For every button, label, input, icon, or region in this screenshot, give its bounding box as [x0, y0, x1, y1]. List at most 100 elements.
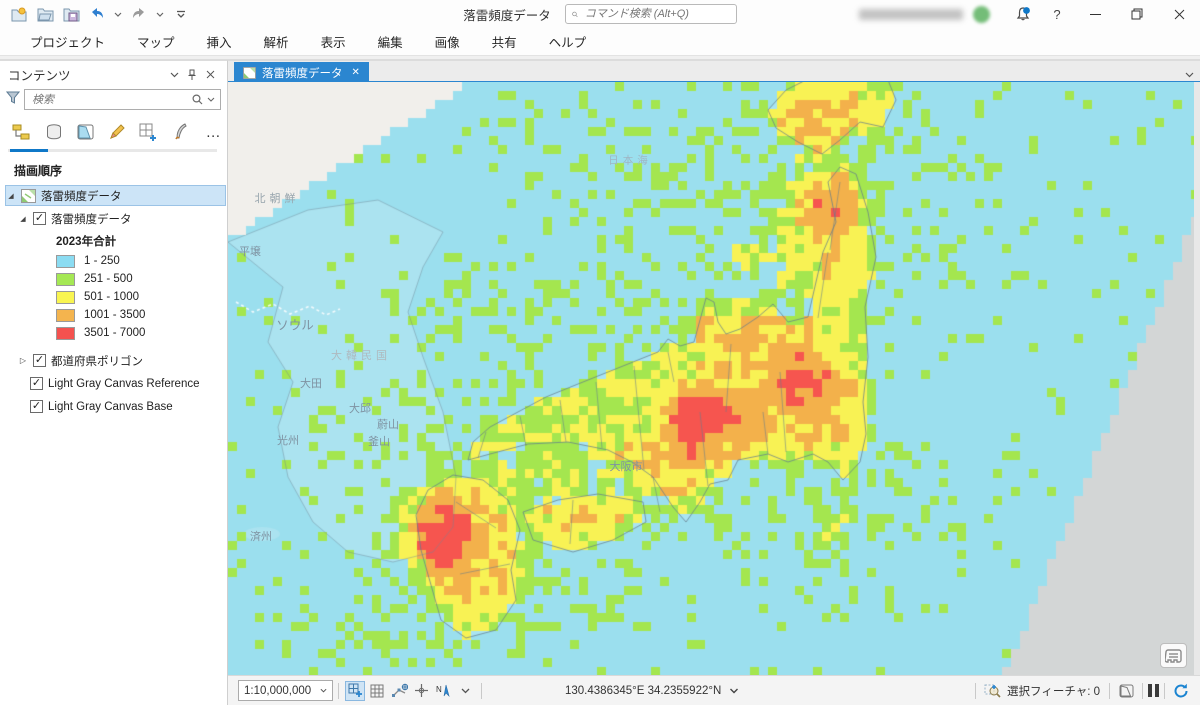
tree-node-prefectures[interactable]: ▷ ✓ 都道府県ポリゴン: [0, 350, 227, 371]
layer-visibility-checkbox[interactable]: ✓: [33, 354, 46, 367]
list-by-snapping-icon[interactable]: [139, 121, 159, 143]
list-by-editing-icon[interactable]: [108, 121, 128, 143]
refresh-icon[interactable]: [1171, 681, 1191, 701]
undo-icon[interactable]: [86, 3, 108, 25]
contents-pane-title: コンテンツ: [8, 65, 165, 84]
redo-icon[interactable]: [128, 3, 150, 25]
view-tab-strip: 落雷頻度データ ✕: [228, 60, 1200, 82]
arcgis-pro-window: 落雷頻度データ ? プロジェクト マップ: [0, 0, 1200, 705]
pause-drawing-icon[interactable]: [1148, 684, 1159, 697]
quick-access-toolbar: [0, 3, 192, 25]
legend-swatch: [56, 273, 75, 286]
navigation-options-chevron-icon[interactable]: [455, 681, 475, 701]
list-by-drawing-order-icon[interactable]: [12, 121, 32, 143]
list-by-selection-icon[interactable]: [76, 121, 96, 143]
ribbon-tab-share[interactable]: 共有: [476, 28, 533, 56]
filter-funnel-icon[interactable]: [6, 91, 20, 109]
legend-item: 1 - 250: [0, 252, 227, 270]
ribbon-tab-map[interactable]: マップ: [121, 28, 191, 56]
minimize-button[interactable]: [1074, 0, 1116, 28]
layer-node-label: 都道府県ポリゴン: [51, 353, 143, 369]
contents-toolbar: …: [0, 114, 227, 149]
ribbon-tab-help[interactable]: ヘルプ: [533, 28, 603, 56]
redo-dropdown-icon[interactable]: [154, 3, 166, 25]
expand-collapse-icon[interactable]: ◢: [6, 192, 16, 200]
map-status-bar: 1:10,000,000 N 13: [228, 675, 1200, 705]
contents-search-box[interactable]: [24, 89, 221, 110]
ribbon-tab-edit[interactable]: 編集: [362, 28, 419, 56]
notifications-bell-icon[interactable]: [1006, 0, 1040, 28]
ribbon-tab-view[interactable]: 表示: [305, 28, 362, 56]
expand-collapse-icon[interactable]: ◢: [18, 215, 28, 223]
contents-pane: コンテンツ: [0, 60, 228, 705]
layer-visibility-checkbox[interactable]: ✓: [30, 400, 43, 413]
new-project-icon[interactable]: [8, 3, 30, 25]
expand-collapse-icon[interactable]: ▷: [18, 356, 28, 365]
tree-node-canvas-reference[interactable]: ✓ Light Gray Canvas Reference: [0, 373, 227, 394]
pane-menu-chevron-icon[interactable]: [165, 66, 183, 84]
legend-item: 1001 - 3500: [0, 306, 227, 324]
map-node-label: 落雷頻度データ: [41, 188, 122, 204]
tree-node-layer[interactable]: ◢ ✓ 落雷頻度データ: [0, 208, 227, 229]
map-icon: [243, 67, 256, 79]
selected-features-count[interactable]: 選択フィーチャ: 0: [1007, 683, 1100, 699]
tree-node-canvas-base[interactable]: ✓ Light Gray Canvas Base: [0, 396, 227, 417]
tree-node-map[interactable]: ◢ 落雷頻度データ: [5, 185, 226, 206]
command-search-input[interactable]: [583, 7, 730, 21]
title-bar: 落雷頻度データ ?: [0, 0, 1200, 28]
more-tools-ellipsis[interactable]: …: [203, 121, 223, 143]
legend-item: 251 - 500: [0, 270, 227, 288]
map-icon: [21, 189, 36, 203]
zoom-to-selection-icon[interactable]: [982, 681, 1002, 701]
list-by-labeling-icon[interactable]: [171, 121, 191, 143]
pin-icon[interactable]: [183, 66, 201, 84]
contents-search-input[interactable]: [30, 93, 188, 107]
ribbon-tab-project[interactable]: プロジェクト: [14, 28, 121, 56]
list-by-data-source-icon[interactable]: [44, 121, 64, 143]
ribbon-tab-insert[interactable]: 挿入: [191, 28, 248, 56]
north-arrow-icon[interactable]: N: [433, 681, 453, 701]
layer-visibility-checkbox[interactable]: ✓: [30, 377, 43, 390]
explore-grid-tool-icon[interactable]: [345, 681, 365, 701]
crosshair-tool-icon[interactable]: [411, 681, 431, 701]
help-icon[interactable]: ?: [1040, 0, 1074, 28]
command-search[interactable]: [565, 4, 737, 24]
coordinates-readout[interactable]: 130.4386345°E 34.2355922°N: [565, 685, 739, 697]
tab-close-icon[interactable]: ✕: [352, 67, 360, 78]
map-overlay-button[interactable]: [1160, 643, 1187, 668]
open-project-icon[interactable]: [34, 3, 56, 25]
map-canvas[interactable]: [228, 82, 1194, 675]
ribbon-tab-imagery[interactable]: 画像: [419, 28, 476, 56]
legend-swatch: [56, 309, 75, 322]
legend-item: 3501 - 7000: [0, 324, 227, 342]
ribbon-tab-analysis[interactable]: 解析: [248, 28, 305, 56]
snapping-tool-icon[interactable]: [389, 681, 409, 701]
legend-label: 501 - 1000: [84, 291, 139, 303]
window-title: 落雷頻度データ: [463, 5, 551, 24]
layer-visibility-checkbox[interactable]: ✓: [33, 212, 46, 225]
grid-tool-icon[interactable]: [367, 681, 387, 701]
customize-qat-icon[interactable]: [170, 3, 192, 25]
scale-combobox[interactable]: 1:10,000,000: [238, 680, 333, 701]
chevron-down-icon: [320, 688, 327, 693]
undo-dropdown-icon[interactable]: [112, 3, 124, 25]
map-right-gutter: [1194, 82, 1200, 675]
map-tab-label: 落雷頻度データ: [262, 65, 343, 81]
map-canvas-container: 北朝鮮平壌ソウル大韓民国大田大邱蔚山釜山光州済州日本海大阪市: [228, 82, 1200, 675]
map-view-tab[interactable]: 落雷頻度データ ✕: [234, 62, 369, 83]
toolbar-active-underline: [8, 149, 217, 152]
avatar[interactable]: [973, 6, 990, 23]
layer-node-label: 落雷頻度データ: [51, 211, 132, 227]
legend-label: 3501 - 7000: [84, 327, 145, 339]
layer-node-label: Light Gray Canvas Reference: [48, 378, 200, 390]
save-project-icon[interactable]: [60, 3, 82, 25]
restore-button[interactable]: [1116, 0, 1158, 28]
legend-label: 1 - 250: [84, 255, 120, 267]
selection-shape-icon[interactable]: [1116, 681, 1136, 701]
legend-swatch: [56, 327, 75, 340]
pane-close-icon[interactable]: [201, 66, 219, 84]
legend-swatch: [56, 255, 75, 268]
search-options-chevron-icon[interactable]: [207, 97, 215, 102]
scale-value: 1:10,000,000: [244, 685, 311, 697]
close-button[interactable]: [1158, 0, 1200, 28]
